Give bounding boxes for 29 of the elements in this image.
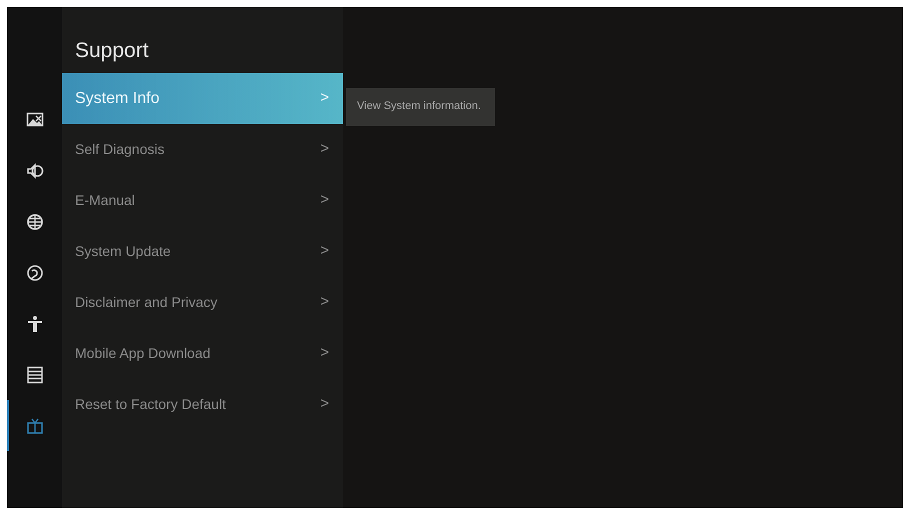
menu-item-label: System Info [75, 88, 160, 108]
chevron-icon: > [320, 138, 329, 161]
menu-item[interactable]: E-Manual > [62, 175, 343, 226]
chevron-icon: > [320, 189, 329, 212]
menu-item-label: Reset to Factory Default [75, 395, 226, 414]
tv-icon[interactable] [26, 416, 44, 434]
chevron-icon: > [320, 342, 329, 365]
menu-item-label: E-Manual [75, 191, 135, 210]
menu-item[interactable]: Reset to Factory Default > [62, 379, 343, 430]
menu-item-label: Mobile App Download [75, 344, 210, 363]
menu-item[interactable]: System Update > [62, 226, 343, 277]
chevron-icon: > [320, 393, 329, 416]
chevron-icon: > [320, 87, 329, 110]
menu-item-label: System Update [75, 242, 171, 261]
list-icon[interactable] [26, 366, 44, 384]
picture-icon[interactable] [26, 110, 44, 128]
menu-item[interactable]: Disclaimer and Privacy > [62, 277, 343, 328]
menu-item[interactable]: System Info > [62, 73, 343, 124]
menu-item[interactable]: Self Diagnosis > [62, 124, 343, 175]
sound-icon[interactable] [26, 162, 44, 180]
chevron-icon: > [320, 291, 329, 314]
menu-item[interactable]: Mobile App Download > [62, 328, 343, 379]
menu-item-label: Disclaimer and Privacy [75, 293, 218, 312]
accessibility-icon[interactable] [26, 314, 44, 332]
menu-title: Support [75, 38, 150, 64]
network-icon[interactable] [26, 212, 44, 230]
menu-item-label: Self Diagnosis [75, 140, 164, 159]
tooltip: View System information. [346, 88, 495, 126]
chevron-icon: > [320, 240, 329, 263]
